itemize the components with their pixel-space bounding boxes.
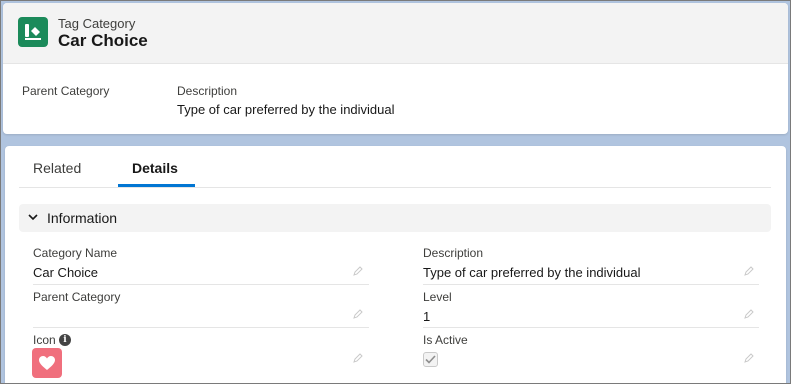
active-tab-indicator xyxy=(118,184,195,187)
highlight-description-value: Type of car preferred by the individual xyxy=(177,102,395,117)
field-divider xyxy=(33,284,369,285)
is-active-checkbox xyxy=(423,352,438,367)
edit-parent-category-icon[interactable] xyxy=(352,308,364,320)
field-category-name-label: Category Name xyxy=(33,246,118,260)
tab-related[interactable]: Related xyxy=(33,160,81,176)
field-parent-category-label: Parent Category xyxy=(33,290,121,304)
section-information-header[interactable]: Information xyxy=(19,204,771,232)
field-divider xyxy=(423,284,759,285)
edit-description-icon[interactable] xyxy=(743,265,755,277)
field-is-active-label: Is Active xyxy=(423,333,468,347)
checkmark-icon xyxy=(425,355,436,364)
edit-category-name-icon[interactable] xyxy=(352,265,364,277)
edit-icon-field-icon[interactable] xyxy=(352,352,364,364)
heart-icon xyxy=(32,348,62,378)
section-title: Information xyxy=(47,210,118,226)
field-icon-label: Icon xyxy=(33,333,56,347)
tag-category-icon xyxy=(18,17,48,47)
object-type-label: Tag Category xyxy=(58,16,136,31)
field-description-value: Type of car preferred by the individual xyxy=(423,265,641,280)
chevron-down-icon xyxy=(28,214,38,221)
field-level-label: Level xyxy=(423,290,452,304)
field-divider xyxy=(33,327,369,328)
field-description-label: Description xyxy=(423,246,484,260)
info-icon[interactable]: i xyxy=(59,334,71,346)
tab-bar: Related Details xyxy=(19,146,771,188)
highlight-description-label: Description xyxy=(177,84,238,98)
record-header-top: Tag Category Car Choice xyxy=(3,3,788,64)
record-header: Tag Category Car Choice Parent Category … xyxy=(3,3,788,134)
record-title: Car Choice xyxy=(58,31,148,50)
record-detail-card: Related Details Information Category Nam… xyxy=(5,146,786,383)
highlight-parent-category-label: Parent Category xyxy=(22,84,110,98)
field-category-name-value: Car Choice xyxy=(33,265,99,280)
app-frame: Tag Category Car Choice Parent Category … xyxy=(0,0,791,384)
edit-is-active-icon[interactable] xyxy=(743,352,755,364)
field-level-value: 1 xyxy=(423,309,431,324)
field-divider xyxy=(423,327,759,328)
tab-details[interactable]: Details xyxy=(132,160,178,176)
edit-level-icon[interactable] xyxy=(743,308,755,320)
